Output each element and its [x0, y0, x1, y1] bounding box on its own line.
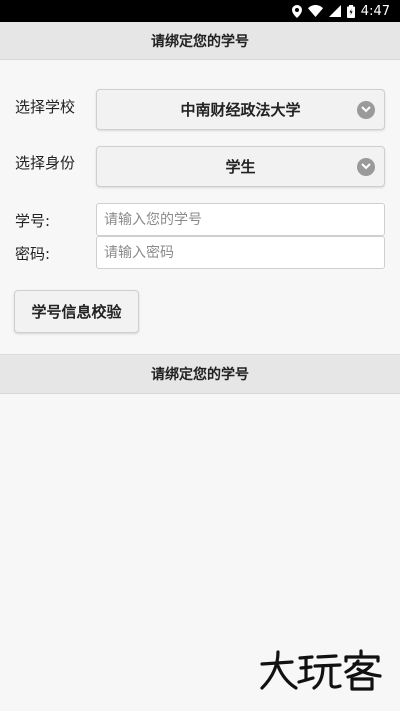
school-select-value: 中南财经政法大学 — [180, 101, 301, 119]
password-input[interactable] — [96, 236, 385, 269]
section-title: 请绑定您的学号 — [0, 354, 400, 394]
status-bar: 4:47 — [0, 0, 400, 22]
page-title: 请绑定您的学号 — [0, 22, 400, 60]
wifi-icon — [307, 5, 323, 17]
watermark-logo — [258, 648, 383, 692]
student-id-label: 学号: — [15, 212, 51, 230]
student-id-input[interactable] — [96, 203, 385, 236]
identity-select[interactable]: 学生 — [96, 146, 385, 187]
school-label: 选择学校 — [15, 98, 76, 116]
status-time: 4:47 — [360, 3, 390, 19]
password-label: 密码: — [15, 245, 51, 263]
chevron-down-icon — [357, 100, 375, 119]
identity-select-value: 学生 — [225, 158, 256, 176]
location-icon — [291, 4, 302, 18]
chevron-down-icon — [357, 157, 375, 176]
battery-icon — [346, 4, 355, 18]
signal-icon — [328, 5, 341, 17]
verify-student-id-button[interactable]: 学号信息校验 — [14, 290, 139, 333]
identity-label: 选择身份 — [15, 154, 76, 172]
school-select[interactable]: 中南财经政法大学 — [96, 89, 385, 130]
